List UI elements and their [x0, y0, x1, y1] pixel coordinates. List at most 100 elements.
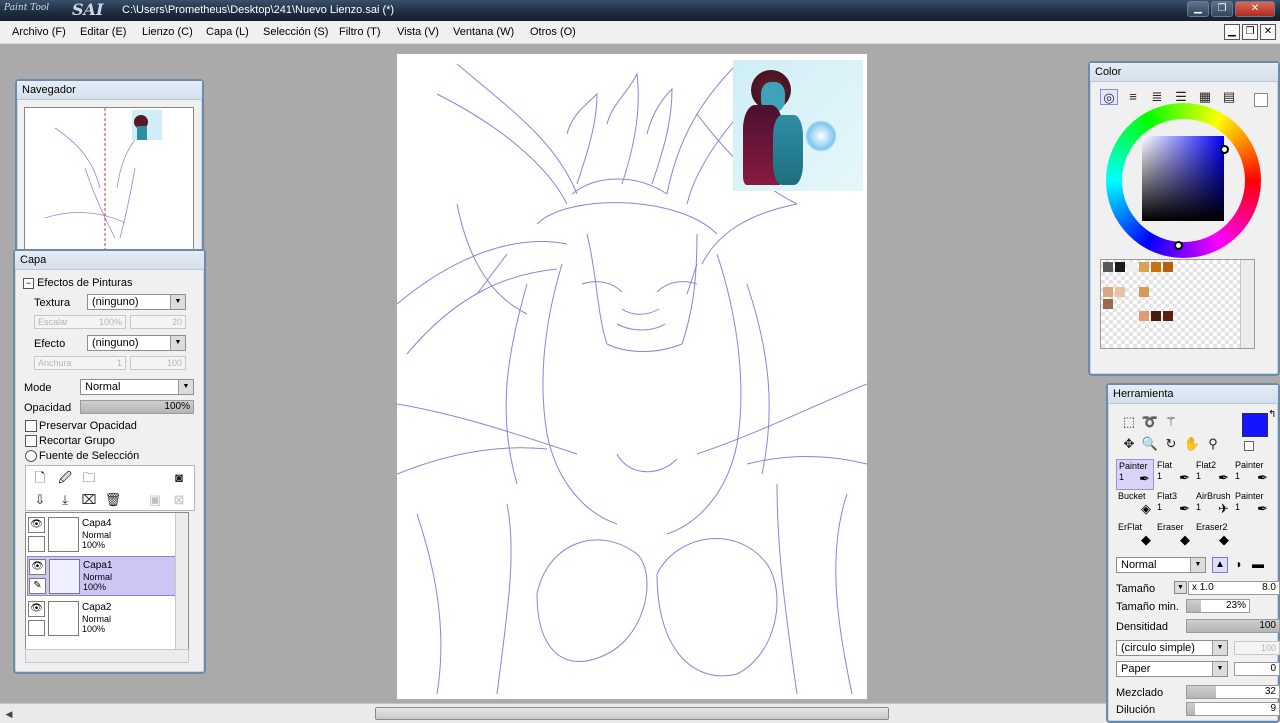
move-icon[interactable]: ✥: [1120, 435, 1138, 453]
opacity-slider[interactable]: 100%: [80, 400, 194, 414]
transfer-down-icon[interactable]: ⇩: [31, 491, 49, 509]
swatch[interactable]: [1103, 287, 1113, 297]
color-wheel-icon[interactable]: ◎: [1100, 89, 1118, 105]
min-size-slider[interactable]: 23%: [1186, 599, 1250, 613]
swap-colors-icon[interactable]: ↰: [1268, 409, 1276, 420]
effect-select[interactable]: (ninguno) ▼: [87, 335, 186, 351]
menu-editar[interactable]: Editar (E): [80, 26, 126, 38]
mdi-restore-button[interactable]: ❐: [1242, 24, 1258, 40]
eyedropper-icon[interactable]: ⚲: [1204, 435, 1222, 453]
hand-icon[interactable]: ✋: [1183, 435, 1201, 453]
eye-icon[interactable]: 👁: [28, 517, 45, 533]
lasso-icon[interactable]: ➰: [1141, 413, 1159, 431]
layer-lock-toggle[interactable]: [28, 536, 45, 552]
rect-select-icon[interactable]: ⬚: [1120, 413, 1138, 431]
brush-shape-sharp-icon[interactable]: ▲: [1212, 557, 1228, 573]
clip-group-checkbox[interactable]: [25, 435, 37, 447]
menu-otros[interactable]: Otros (O): [530, 26, 576, 38]
menu-seleccion[interactable]: Selección (S): [263, 26, 328, 38]
swatch[interactable]: [1163, 311, 1173, 321]
swatch[interactable]: [1163, 262, 1173, 272]
layer-row[interactable]: 👁 Capa4 Normal 100%: [27, 515, 176, 555]
brush-blend-mode-select[interactable]: Normal ▼: [1116, 557, 1206, 573]
tool-erflat[interactable]: ErFlat ◆: [1116, 521, 1154, 552]
saturation-value-square[interactable]: [1142, 136, 1224, 221]
eye-icon[interactable]: 👁: [29, 559, 46, 575]
menu-lienzo[interactable]: Lienzo (C): [142, 26, 193, 38]
swatch[interactable]: [1139, 311, 1149, 321]
layer-row-selected[interactable]: 👁 ✎ Capa1 Normal 100%: [27, 556, 176, 596]
pencil-icon[interactable]: ✎: [29, 578, 46, 594]
sv-marker[interactable]: [1220, 145, 1229, 154]
swatch[interactable]: [1103, 299, 1113, 309]
dilution-slider[interactable]: 9: [1186, 702, 1280, 716]
swatch[interactable]: [1127, 262, 1137, 272]
menu-ventana[interactable]: Ventana (W): [453, 26, 514, 38]
swatch[interactable]: [1139, 287, 1149, 297]
layer-mask-icon[interactable]: ◙: [170, 469, 188, 487]
mdi-minimize-button[interactable]: ▁: [1224, 24, 1240, 40]
swatch[interactable]: [1115, 287, 1125, 297]
magic-wand-icon[interactable]: ⚚: [1162, 413, 1180, 431]
swatch[interactable]: [1151, 311, 1161, 321]
new-linework-layer-icon[interactable]: 🖉: [56, 469, 74, 487]
tool-airbrush[interactable]: AirBrush 1 ✈: [1194, 490, 1232, 521]
brush-shape-round-icon[interactable]: ◗: [1231, 557, 1247, 573]
delete-layer-icon[interactable]: 🗑: [104, 491, 122, 509]
hsv-sliders-icon[interactable]: ≣: [1148, 89, 1166, 105]
menu-filtro[interactable]: Filtro (T): [339, 26, 381, 38]
minimize-button[interactable]: ▁: [1187, 1, 1209, 17]
swatch[interactable]: [1115, 262, 1125, 272]
swatch-scrollbar[interactable]: [1240, 260, 1254, 348]
effects-header[interactable]: − Efectos de Pinturas: [23, 277, 132, 289]
menu-archivo[interactable]: Archivo (F): [12, 26, 66, 38]
tool-flat3[interactable]: Flat3 1 ✒: [1155, 490, 1193, 521]
canvas-horizontal-scrollbar[interactable]: ◀: [0, 703, 1280, 723]
brush-texture-select[interactable]: Paper ▼: [1116, 661, 1228, 677]
blend-slider[interactable]: 32: [1186, 685, 1280, 699]
color-panel-menu-icon[interactable]: [1254, 93, 1268, 107]
merge-down-icon[interactable]: ⤓: [56, 491, 74, 509]
selection-source-radio[interactable]: [25, 450, 37, 462]
menu-capa[interactable]: Capa (L): [206, 26, 249, 38]
navigator-preview[interactable]: [24, 107, 194, 252]
layer-mode-select[interactable]: Normal ▼: [80, 379, 194, 395]
tool-flat[interactable]: Flat 1 ✒: [1155, 459, 1193, 490]
menu-vista[interactable]: Vista (V): [397, 26, 439, 38]
clear-layer-icon[interactable]: ⌧: [80, 491, 98, 509]
restore-button[interactable]: ❐: [1211, 1, 1233, 17]
density-slider[interactable]: 100: [1186, 619, 1280, 633]
layer-row[interactable]: 👁 Capa2 Normal 100%: [27, 599, 176, 639]
swatch-grid[interactable]: [1100, 259, 1255, 349]
brush-shape-flat-icon[interactable]: ▬: [1250, 557, 1266, 573]
scroll-left-icon[interactable]: ◀: [2, 707, 16, 721]
scratchpad-icon[interactable]: ▤: [1220, 89, 1238, 105]
layer-lock-toggle[interactable]: [28, 620, 45, 636]
swatch[interactable]: [1103, 262, 1113, 272]
rotate-icon[interactable]: ↻: [1162, 435, 1180, 453]
size-slider[interactable]: x 1.0 8.0: [1188, 581, 1280, 595]
tool-flat2[interactable]: Flat2 1 ✒: [1194, 459, 1232, 490]
horizontal-scroll-thumb[interactable]: [375, 707, 889, 720]
close-button[interactable]: ✕: [1235, 1, 1275, 17]
eye-icon[interactable]: 👁: [28, 601, 45, 617]
texture-select[interactable]: (ninguno) ▼: [87, 294, 186, 310]
hue-marker[interactable]: [1174, 241, 1183, 250]
tool-bucket[interactable]: Bucket ◈: [1116, 490, 1154, 521]
tool-eraser[interactable]: Eraser ◆: [1155, 521, 1193, 552]
foreground-color-swatch[interactable]: [1242, 413, 1268, 437]
rgb-sliders-icon[interactable]: ≡: [1124, 89, 1142, 105]
tool-eraser2[interactable]: Eraser2 ◆: [1194, 521, 1232, 552]
swatches-icon[interactable]: ▦: [1196, 89, 1214, 105]
tool-painter[interactable]: Painter 1 ✒: [1116, 459, 1154, 490]
swatch[interactable]: [1139, 262, 1149, 272]
swatch[interactable]: [1151, 262, 1161, 272]
reset-colors-icon[interactable]: [1244, 441, 1254, 451]
preserve-opacity-checkbox[interactable]: [25, 420, 37, 432]
mdi-close-button[interactable]: ✕: [1260, 24, 1276, 40]
new-layer-icon[interactable]: 🗋: [31, 469, 49, 487]
brush-shape-select[interactable]: (circulo simple) ▼: [1116, 640, 1228, 656]
tool-painter-2[interactable]: Painter 1 ✒: [1233, 459, 1271, 490]
collapse-icon[interactable]: −: [23, 277, 34, 289]
size-multiplier-chevron-icon[interactable]: ▼: [1174, 581, 1187, 594]
